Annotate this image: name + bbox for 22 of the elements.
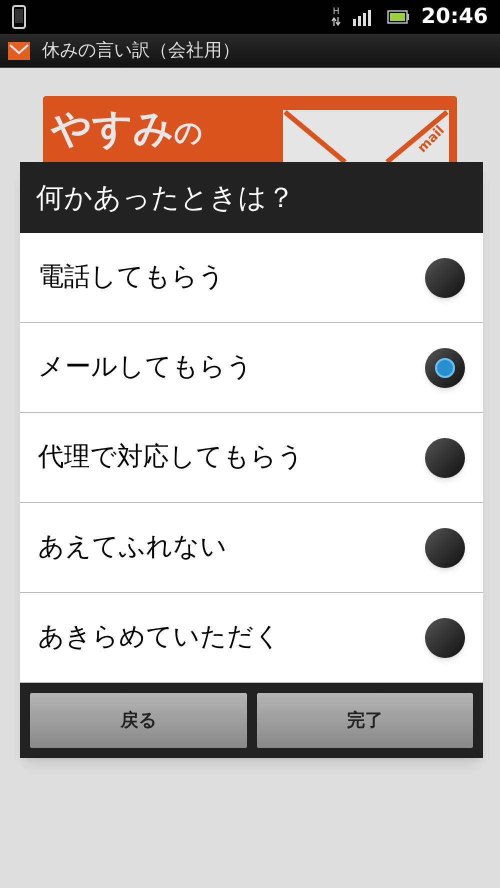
dialog-button[interactable]: 戻る	[30, 693, 246, 748]
radio-button[interactable]	[425, 528, 465, 568]
clock: 20:46	[421, 3, 488, 30]
radio-button[interactable]	[425, 258, 465, 298]
phone-icon	[12, 5, 26, 29]
radio-option[interactable]: 電話してもらう	[20, 233, 483, 323]
radio-option[interactable]: メールしてもらう	[20, 323, 483, 413]
dialog-title: 何かあったときは？	[35, 180, 296, 216]
radio-option[interactable]: あえてふれない	[20, 503, 483, 593]
radio-option[interactable]: 代理で対応してもらう	[20, 413, 483, 503]
network-type: H	[332, 8, 340, 17]
radio-button[interactable]	[425, 438, 465, 478]
data-arrows-icon	[331, 17, 342, 26]
envelope-icon	[8, 42, 30, 60]
battery-icon	[387, 10, 410, 24]
app-title: 休みの言い訳（会社用）	[42, 39, 240, 63]
logo-suffix: の	[174, 116, 203, 150]
radio-button[interactable]	[425, 348, 465, 388]
radio-option[interactable]: あきらめていただく	[20, 593, 483, 683]
logo-title: やすみ	[51, 105, 174, 153]
dialog-button[interactable]: 完了	[256, 693, 473, 748]
radio-button[interactable]	[425, 618, 465, 658]
